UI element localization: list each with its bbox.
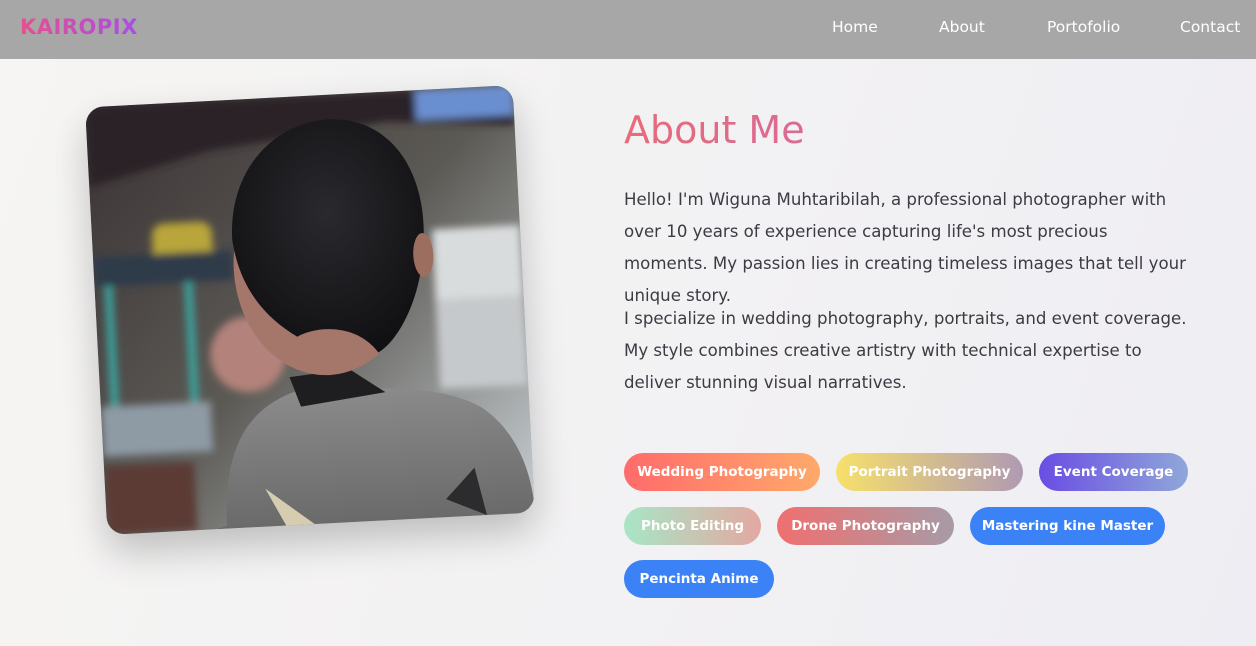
navbar: KAIROPIX Home About Portofolio Contact (0, 0, 1256, 59)
tag-wedding-photography[interactable]: Wedding Photography (624, 453, 820, 491)
tag-drone-photography[interactable]: Drone Photography (777, 507, 954, 545)
profile-photo (85, 85, 535, 535)
tag-mastering-kine-master[interactable]: Mastering kine Master (970, 507, 1165, 545)
nav-link-home[interactable]: Home (832, 18, 878, 36)
nav-link-portfolio[interactable]: Portofolio (1047, 18, 1120, 36)
nav-link-contact[interactable]: Contact (1180, 18, 1240, 36)
about-paragraph-intro: Hello! I'm Wiguna Muhtaribilah, a profes… (624, 190, 1186, 305)
nav-link-about[interactable]: About (939, 18, 985, 36)
about-paragraph-specialty: I specialize in wedding photography, por… (624, 309, 1187, 392)
tag-portrait-photography[interactable]: Portrait Photography (836, 453, 1023, 491)
about-title: About Me (624, 108, 805, 152)
tag-event-coverage[interactable]: Event Coverage (1039, 453, 1188, 491)
profile-photo-image (85, 85, 535, 535)
logo[interactable]: KAIROPIX (20, 15, 138, 39)
tag-photo-editing[interactable]: Photo Editing (624, 507, 761, 545)
tag-pencinta-anime[interactable]: Pencinta Anime (624, 560, 774, 598)
